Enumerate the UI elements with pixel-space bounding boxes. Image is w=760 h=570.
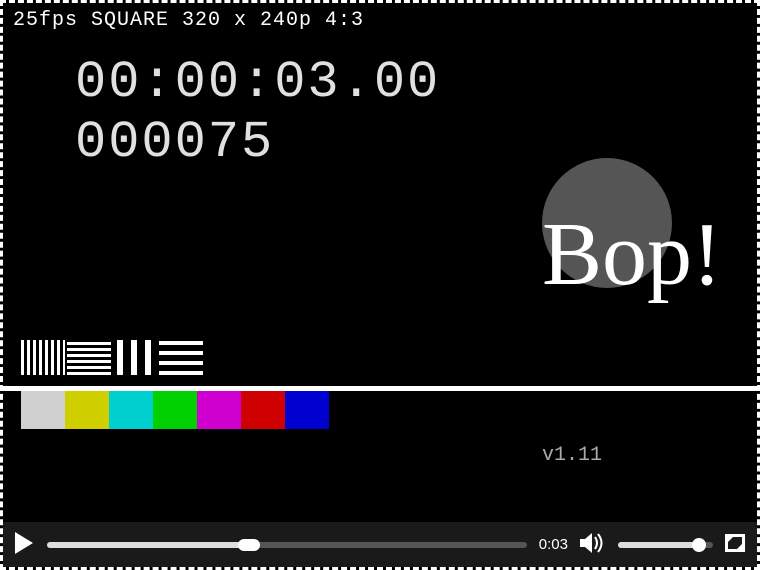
player-controls: 0:03 <box>3 522 757 567</box>
fullscreen-button[interactable] <box>725 534 745 556</box>
color-bar <box>21 391 65 429</box>
play-icon <box>15 532 35 554</box>
current-time: 0:03 <box>539 536 568 553</box>
video-content[interactable]: 25fps SQUARE 320 x 240p 4:3 00:00:03.00 … <box>3 3 757 522</box>
pattern-vbars <box>113 340 157 375</box>
color-bar <box>285 391 329 429</box>
pattern-hbars <box>159 340 203 375</box>
fullscreen-icon <box>725 534 745 552</box>
volume-fill <box>618 542 699 548</box>
pattern-hstripes <box>67 340 111 375</box>
play-button[interactable] <box>15 532 35 558</box>
volume-slider[interactable] <box>618 542 713 548</box>
color-bar <box>241 391 285 429</box>
volume-button[interactable] <box>580 532 606 558</box>
overlay-text: Bop! <box>542 203 722 306</box>
color-bars <box>21 391 329 429</box>
timecode-display: 00:00:03.00 <box>75 53 440 112</box>
progress-bar[interactable] <box>47 542 527 548</box>
test-patterns <box>21 340 203 375</box>
progress-fill <box>47 542 249 548</box>
color-bar <box>197 391 241 429</box>
progress-thumb[interactable] <box>238 539 260 551</box>
volume-thumb[interactable] <box>692 538 706 552</box>
video-player-container: 25fps SQUARE 320 x 240p 4:3 00:00:03.00 … <box>0 0 760 570</box>
color-bar <box>153 391 197 429</box>
video-meta-info: 25fps SQUARE 320 x 240p 4:3 <box>13 9 364 32</box>
volume-icon <box>580 532 606 554</box>
color-bar <box>109 391 153 429</box>
color-bar <box>65 391 109 429</box>
pattern-vstripes <box>21 340 65 375</box>
frame-counter: 000075 <box>75 113 274 172</box>
version-label: v1.11 <box>542 444 602 467</box>
